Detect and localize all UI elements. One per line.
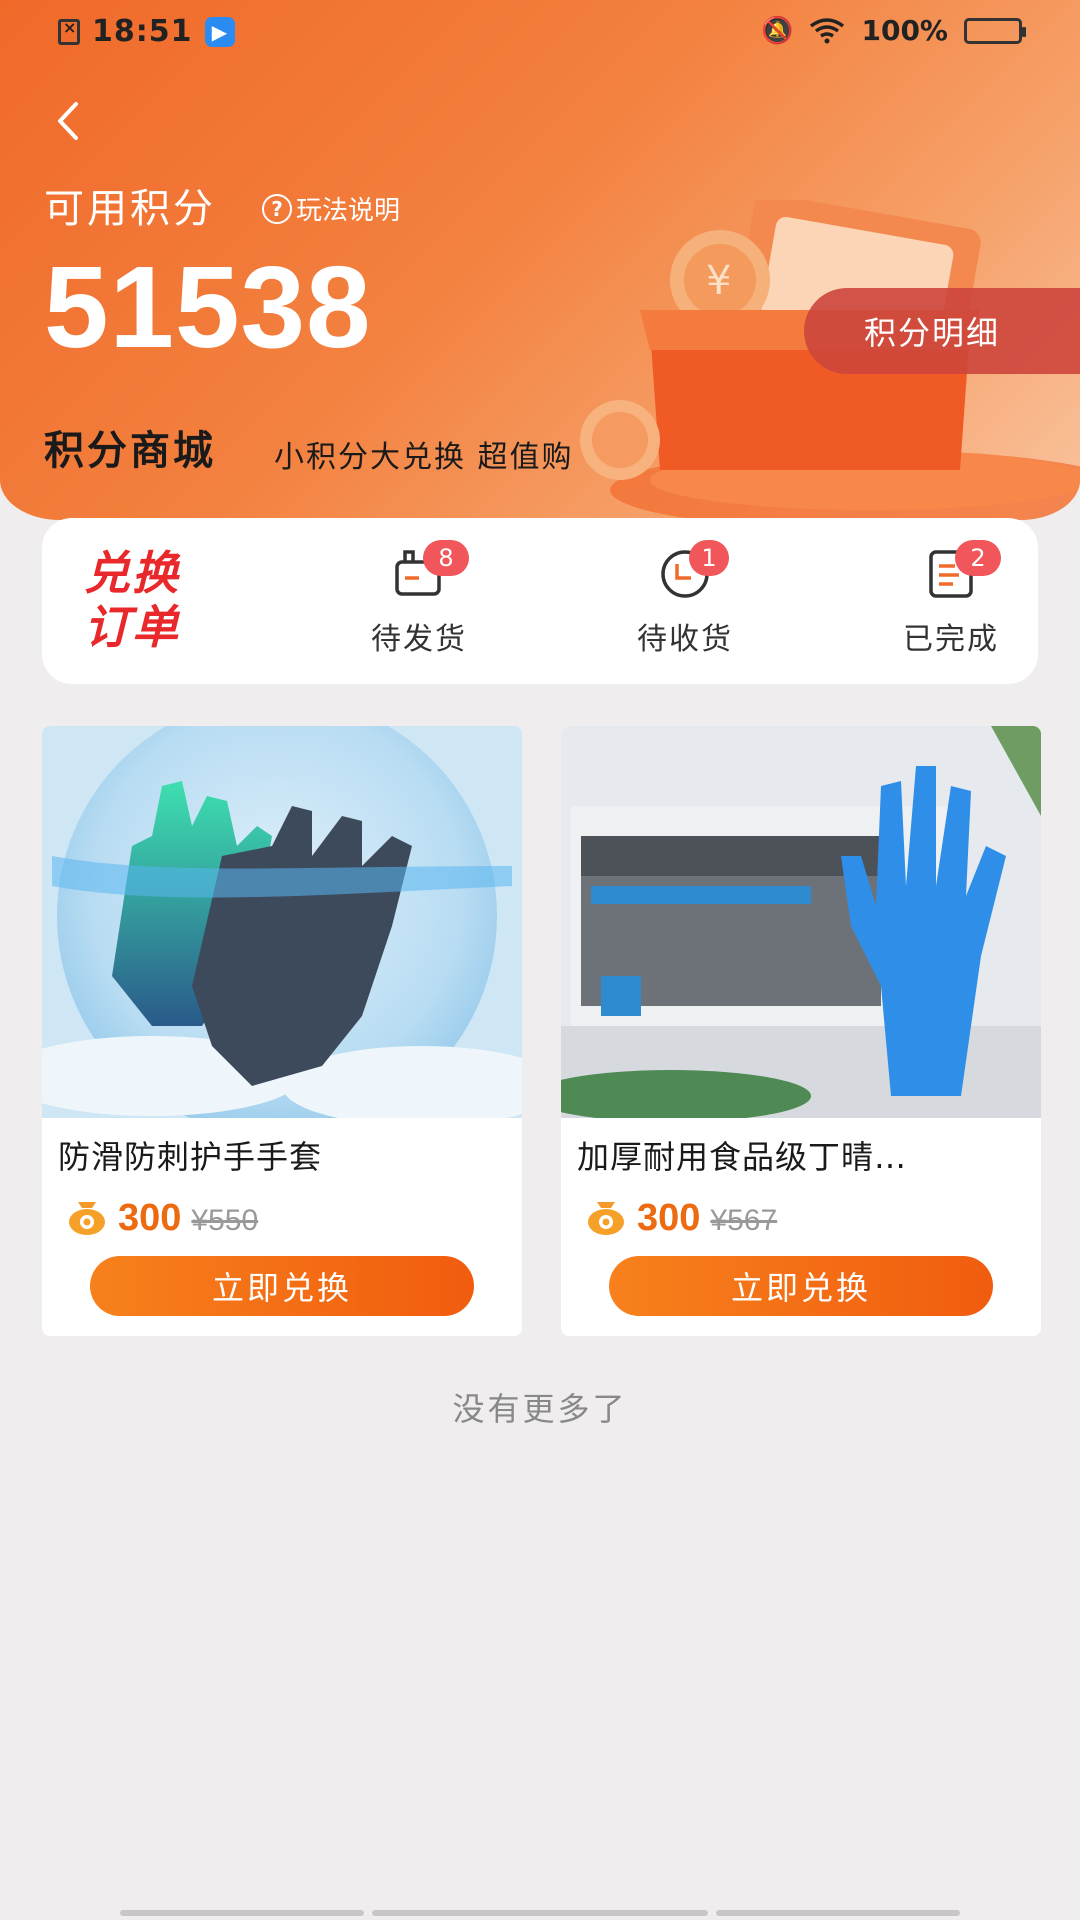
original-price: ¥567	[710, 1204, 778, 1237]
nav-bar-segment	[716, 1910, 960, 1916]
battery-percent: 100%	[861, 14, 948, 47]
nitrile-gloves-image[interactable]	[561, 726, 1041, 1118]
badge-pending-shipment: 8	[423, 540, 469, 576]
status-time: 18:51	[92, 14, 193, 49]
order-pending-receipt[interactable]: 1 待收货	[610, 540, 760, 658]
points-value: 51538	[44, 242, 372, 372]
rules-label: 玩法说明	[296, 196, 401, 226]
price-row: 300 ¥550	[66, 1192, 258, 1240]
header-banner: 18:51 ▶ 🔕 100% 可用积分 ? 玩法说明 51538 ¥	[0, 0, 1080, 520]
app-notification-icon: ▶	[204, 16, 235, 47]
product-card[interactable]: 防滑防刺护手手套 300 ¥550 立即兑换	[42, 726, 522, 1336]
question-icon: ?	[262, 193, 292, 224]
order-label-pending-shipment: 待发货	[371, 622, 467, 657]
nav-bar-segment	[120, 1910, 364, 1916]
available-points-label: 可用积分	[44, 186, 216, 232]
wifi-icon	[810, 17, 845, 43]
rules-link[interactable]: ? 玩法说明	[262, 190, 400, 227]
points-bag-icon	[69, 1202, 105, 1235]
original-price: ¥550	[191, 1204, 259, 1237]
order-completed[interactable]: 2 已完成	[876, 540, 1026, 658]
battery-icon	[964, 17, 1026, 44]
price-row: 300 ¥567	[585, 1192, 777, 1240]
points-price: 300	[637, 1197, 701, 1239]
nav-bar-segment	[372, 1910, 708, 1916]
exchange-orders-card: 兑换 订单 8 待发货 1 待收货 2 已完成	[42, 518, 1038, 684]
svg-text:¥: ¥	[706, 258, 731, 304]
product-card[interactable]: 加厚耐用食品级丁晴… 300 ¥567 立即兑换	[561, 726, 1041, 1336]
product-name: 防滑防刺护手手套	[58, 1138, 323, 1176]
points-detail-button[interactable]: 积分明细	[804, 288, 1080, 374]
points-price: 300	[118, 1197, 182, 1239]
redeem-button[interactable]: 立即兑换	[609, 1256, 993, 1316]
orders-title-line2: 订单	[84, 600, 180, 654]
back-icon[interactable]	[48, 96, 88, 146]
exchange-orders-title[interactable]: 兑换 订单	[84, 546, 208, 654]
badge-completed: 2	[955, 540, 1001, 576]
points-bag-icon	[588, 1202, 624, 1235]
order-pending-shipment[interactable]: 8 待发货	[344, 540, 494, 658]
order-label-pending-receipt: 待收货	[637, 622, 733, 657]
mute-icon: 🔕	[761, 15, 794, 46]
mall-title: 积分商城	[44, 428, 216, 474]
badge-pending-receipt: 1	[689, 540, 729, 576]
redeem-button[interactable]: 立即兑换	[90, 1256, 474, 1316]
no-more-text: 没有更多了	[452, 1390, 628, 1428]
order-label-completed: 已完成	[903, 622, 999, 657]
mall-subtitle: 小积分大兑换 超值购	[274, 440, 574, 475]
status-bar: 18:51 ▶ 🔕 100%	[0, 0, 1080, 70]
work-gloves-image[interactable]	[42, 726, 522, 1118]
orders-title-line1: 兑换	[84, 546, 180, 600]
product-name: 加厚耐用食品级丁晴…	[577, 1138, 908, 1176]
sim-icon	[58, 18, 80, 45]
